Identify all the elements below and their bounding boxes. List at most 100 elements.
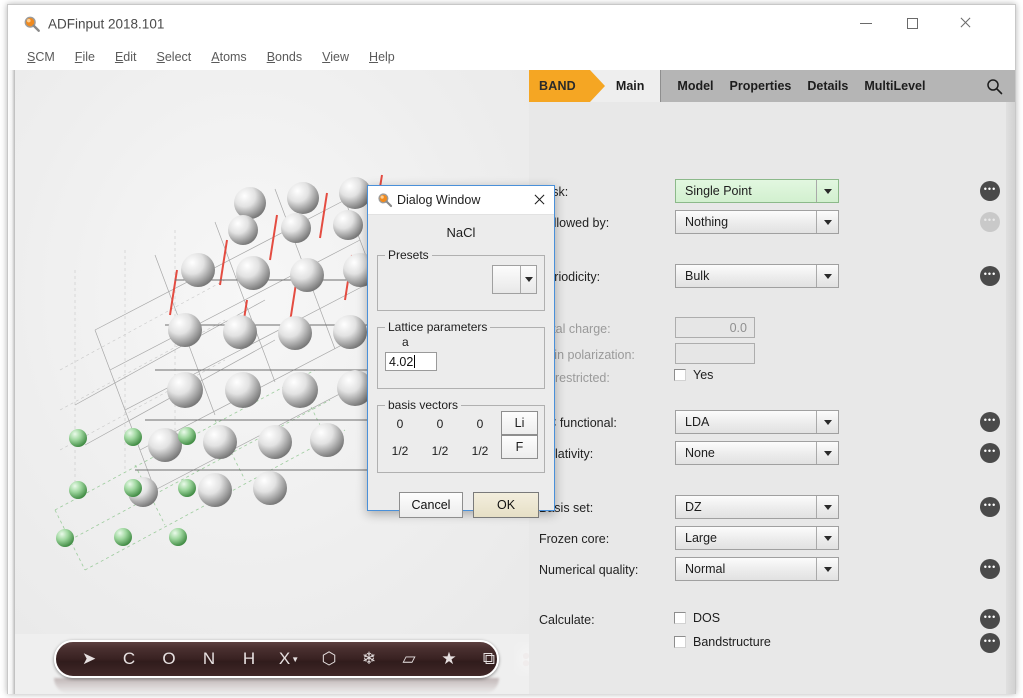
basis-legend: basis vectors xyxy=(385,398,462,412)
basis-set-combo-arrow[interactable] xyxy=(816,496,838,518)
unrestricted-checkbox[interactable]: Yes xyxy=(674,368,713,382)
menu-item-file[interactable]: File xyxy=(75,50,95,64)
basis-set-value: DZ xyxy=(685,500,702,514)
relativity-combo-arrow[interactable] xyxy=(816,442,838,464)
toolbar-reflection xyxy=(54,678,499,694)
dos-more-button[interactable]: ••• xyxy=(980,609,1000,629)
chevron-down-icon xyxy=(823,188,832,194)
xc-functional-combo-arrow[interactable] xyxy=(816,411,838,433)
title-bar: ADFinput 2018.101 xyxy=(8,5,1015,43)
total-charge-input[interactable]: 0.0 xyxy=(675,317,755,338)
task-combo-arrow[interactable] xyxy=(816,180,838,202)
product-tag-band[interactable]: BAND xyxy=(529,70,605,102)
select-arrow-tool[interactable]: ➤ xyxy=(74,642,104,676)
label-calculate: Calculate: xyxy=(539,613,595,627)
basis-row1-x: 1/2 xyxy=(391,444,409,458)
chevron-down-icon xyxy=(823,273,832,279)
tab-model[interactable]: Model xyxy=(669,79,721,93)
snowflake-tool[interactable]: ❄ xyxy=(354,642,384,676)
search-button[interactable] xyxy=(973,78,1015,95)
chevron-down-icon xyxy=(823,419,832,425)
checkbox-box xyxy=(674,369,686,381)
lattice-a-input[interactable]: 4.02 xyxy=(385,352,437,371)
basis-set-more-button[interactable]: ••• xyxy=(980,497,1000,517)
relativity-more-button[interactable]: ••• xyxy=(980,443,1000,463)
oxygen-tool[interactable]: O xyxy=(154,642,184,676)
tab-bar: BAND Main Model Properties Details Multi… xyxy=(529,70,1015,102)
search-icon xyxy=(986,78,1002,94)
basis-row0-element-button[interactable]: Li xyxy=(501,411,538,435)
frozen-core-combo-arrow[interactable] xyxy=(816,527,838,549)
lattice-a-value: 4.02 xyxy=(389,354,414,369)
lattice-parameters-group: Lattice parameters a 4.02 xyxy=(377,320,545,389)
menu-item-help[interactable]: Help xyxy=(369,50,395,64)
dos-label: DOS xyxy=(693,611,721,625)
nitrogen-tool[interactable]: N xyxy=(194,642,224,676)
frozen-core-combo[interactable]: Large xyxy=(675,526,839,550)
xc-functional-more-button[interactable]: ••• xyxy=(980,412,1000,432)
panel-right-edge xyxy=(1006,102,1015,694)
task-combo[interactable]: Single Point xyxy=(675,179,839,203)
periodicity-more-button[interactable]: ••• xyxy=(980,266,1000,286)
dos-checkbox[interactable]: DOS xyxy=(674,611,720,625)
spin-polarization-input[interactable] xyxy=(675,343,755,364)
tab-multilevel[interactable]: MultiLevel xyxy=(856,79,933,93)
tab-properties[interactable]: Properties xyxy=(722,79,800,93)
basis-row1-y: 1/2 xyxy=(431,444,449,458)
dialog-close-button[interactable] xyxy=(530,191,548,209)
maximize-icon xyxy=(906,17,918,29)
basis-vectors-group: basis vectors 0 0 0 1/2 1/2 1/2 Li F xyxy=(377,398,545,473)
followed-by-combo[interactable]: Nothing xyxy=(675,210,839,234)
star-tool[interactable]: ★ xyxy=(434,642,464,676)
magnifier-icon xyxy=(24,16,40,32)
dialog-formula: NaCl xyxy=(446,225,476,240)
bandstructure-more-button[interactable]: ••• xyxy=(980,633,1000,653)
basis-set-combo[interactable]: DZ xyxy=(675,495,839,519)
chevron-down-icon xyxy=(823,504,832,510)
presets-combo-arrow[interactable] xyxy=(520,266,536,293)
close-icon xyxy=(959,17,971,29)
bandstructure-label: Bandstructure xyxy=(693,635,771,649)
minimize-button[interactable] xyxy=(843,5,889,41)
basis-row1-element-button[interactable]: F xyxy=(501,435,538,459)
left-gutter xyxy=(8,70,15,694)
menu-item-scm[interactable]: SCM xyxy=(27,50,55,64)
menu-item-view[interactable]: View xyxy=(322,50,349,64)
element-x-tool[interactable]: X ▼ xyxy=(274,642,304,676)
xc-functional-value: LDA xyxy=(685,415,710,429)
followed-by-combo-arrow[interactable] xyxy=(816,211,838,233)
bandstructure-checkbox[interactable]: Bandstructure xyxy=(674,635,771,649)
cancel-button[interactable]: Cancel xyxy=(399,492,463,518)
magnifier-icon xyxy=(378,193,393,208)
box-tool[interactable]: ⧉ xyxy=(474,642,504,676)
window-title: ADFinput 2018.101 xyxy=(48,16,165,32)
presets-group: Presets xyxy=(377,248,545,311)
plane-tool[interactable]: ▱ xyxy=(394,642,424,676)
menu-item-select[interactable]: Select xyxy=(157,50,192,64)
carbon-tool[interactable]: C xyxy=(114,642,144,676)
numerical-quality-more-button[interactable]: ••• xyxy=(980,559,1000,579)
ring-tool[interactable]: ⬡ xyxy=(314,642,344,676)
dots-grid-icon xyxy=(522,652,529,666)
application-window: ADFinput 2018.101 SCM File Edit Select A… xyxy=(0,0,1023,698)
numerical-quality-combo-arrow[interactable] xyxy=(816,558,838,580)
maximize-button[interactable] xyxy=(889,5,935,41)
xc-functional-combo[interactable]: LDA xyxy=(675,410,839,434)
close-button[interactable] xyxy=(942,5,988,41)
dots-tool[interactable] xyxy=(514,642,529,676)
relativity-combo[interactable]: None xyxy=(675,441,839,465)
minimize-icon xyxy=(860,22,872,24)
task-more-button[interactable]: ••• xyxy=(980,181,1000,201)
hydrogen-tool[interactable]: H xyxy=(234,642,264,676)
periodicity-combo[interactable]: Bulk xyxy=(675,264,839,288)
menu-item-bonds[interactable]: Bonds xyxy=(267,50,302,64)
checkbox-box xyxy=(674,636,686,648)
periodicity-combo-arrow[interactable] xyxy=(816,265,838,287)
chevron-down-icon xyxy=(823,566,832,572)
numerical-quality-combo[interactable]: Normal xyxy=(675,557,839,581)
menu-item-edit[interactable]: Edit xyxy=(115,50,137,64)
ok-button[interactable]: OK xyxy=(473,492,539,518)
presets-combo[interactable] xyxy=(492,265,537,294)
menu-item-atoms[interactable]: Atoms xyxy=(211,50,246,64)
tab-details[interactable]: Details xyxy=(799,79,856,93)
